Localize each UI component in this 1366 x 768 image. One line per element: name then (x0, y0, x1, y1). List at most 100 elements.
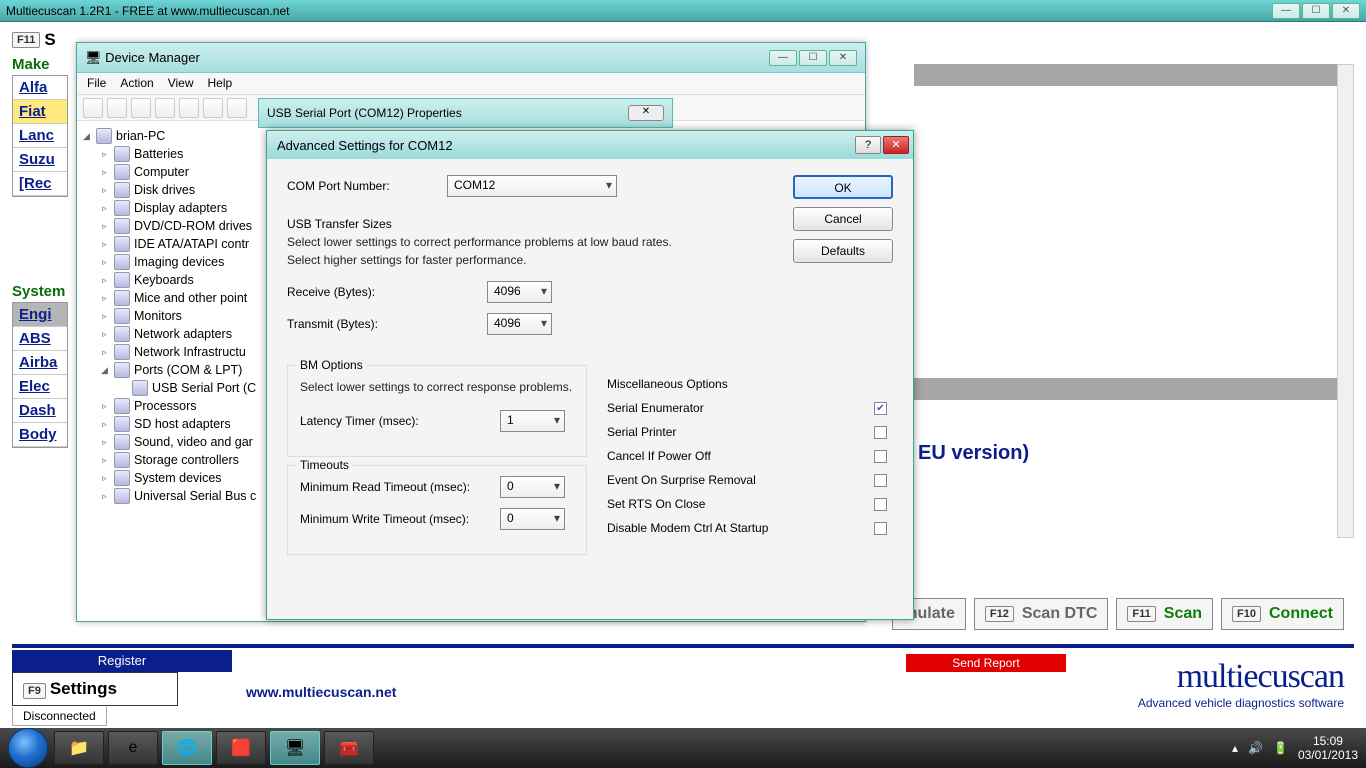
make-item[interactable]: Lanc (13, 124, 67, 148)
connect-button[interactable]: F10Connect (1221, 598, 1344, 630)
logo-text: multiecuscan (1138, 658, 1344, 696)
system-item[interactable]: Elec (13, 375, 67, 399)
app-task-icon[interactable]: 🌐 (162, 731, 212, 765)
close-button[interactable]: ✕ (1332, 3, 1360, 19)
defaults-button[interactable]: Defaults (793, 239, 893, 263)
make-item[interactable]: Alfa (13, 76, 67, 100)
scrollbar[interactable] (1337, 64, 1354, 538)
back-icon[interactable] (83, 98, 103, 118)
min-read-combo[interactable]: 0 (500, 476, 565, 498)
menu-view[interactable]: View (168, 76, 194, 91)
expand-icon[interactable]: ▹ (99, 275, 110, 286)
device-icon (114, 290, 130, 306)
show-hidden-icon[interactable] (131, 98, 151, 118)
explorer-icon[interactable]: 📁 (54, 731, 104, 765)
scan-dtc-button[interactable]: F12Scan DTC (974, 598, 1109, 630)
expand-icon[interactable]: ▹ (99, 401, 110, 412)
expand-icon[interactable]: ▹ (99, 185, 110, 196)
expand-icon[interactable]: ▹ (99, 239, 110, 250)
system-item[interactable]: Dash (13, 399, 67, 423)
system-item[interactable]: Body (13, 423, 67, 447)
tray-up-icon[interactable]: ▴ (1232, 741, 1238, 755)
checkbox[interactable] (874, 498, 887, 511)
transmit-combo[interactable]: 4096 (487, 313, 552, 335)
close-button[interactable]: ✕ (883, 136, 909, 154)
clock[interactable]: 15:09 03/01/2013 (1298, 734, 1358, 762)
grey-row (914, 64, 1344, 86)
close-button[interactable]: ✕ (628, 105, 664, 121)
help-icon[interactable] (179, 98, 199, 118)
com-port-combo[interactable]: COM12 (447, 175, 617, 197)
port-properties-titlebar[interactable]: USB Serial Port (COM12) Properties ✕ (258, 98, 673, 128)
menu-file[interactable]: File (87, 76, 106, 91)
expand-icon[interactable]: ▹ (99, 329, 110, 340)
expand-icon[interactable]: ▹ (99, 257, 110, 268)
maximize-button[interactable]: ☐ (1302, 3, 1330, 19)
checkbox[interactable] (874, 450, 887, 463)
minimize-button[interactable]: — (769, 50, 797, 66)
volume-icon[interactable]: 🔊 (1248, 741, 1263, 755)
receive-combo[interactable]: 4096 (487, 281, 552, 303)
refresh-icon[interactable] (227, 98, 247, 118)
checkbox[interactable] (874, 426, 887, 439)
expand-icon[interactable]: ▹ (99, 473, 110, 484)
expand-icon[interactable]: ▹ (99, 203, 110, 214)
expand-icon[interactable]: ▹ (99, 347, 110, 358)
devmgr-titlebar[interactable]: 🖥 Device Manager — ☐ ✕ (77, 43, 865, 73)
device-icon (114, 488, 130, 504)
maximize-button[interactable]: ☐ (799, 50, 827, 66)
register-button[interactable]: Register (12, 650, 232, 672)
forward-icon[interactable] (107, 98, 127, 118)
checkbox[interactable] (874, 522, 887, 535)
minimize-button[interactable]: — (1272, 3, 1300, 19)
eu-version-text: EU version) (918, 442, 1029, 465)
cancel-button[interactable]: Cancel (793, 207, 893, 231)
scan-icon[interactable] (203, 98, 223, 118)
expand-icon[interactable]: ▹ (99, 437, 110, 448)
settings-button[interactable]: F9Settings (12, 672, 178, 706)
make-item[interactable]: Suzu (13, 148, 67, 172)
start-button[interactable] (8, 728, 48, 768)
expand-icon[interactable]: ▹ (99, 293, 110, 304)
make-item[interactable]: Fiat (13, 100, 67, 124)
expand-icon[interactable]: ▹ (99, 455, 110, 466)
system-tray[interactable]: ▴ 🔊 🔋 15:09 03/01/2013 (1232, 734, 1358, 762)
menu-action[interactable]: Action (120, 76, 153, 91)
checkbox[interactable] (874, 474, 887, 487)
min-write-label: Minimum Write Timeout (msec): (300, 512, 500, 526)
system-item[interactable]: Airba (13, 351, 67, 375)
system-item[interactable]: ABS (13, 327, 67, 351)
checkbox[interactable]: ✔ (874, 402, 887, 415)
action-buttons: mulate F12Scan DTC F11Scan F10Connect (892, 598, 1344, 630)
timeouts-title: Timeouts (296, 458, 353, 472)
app-task-icon[interactable]: 🧰 (324, 731, 374, 765)
properties-icon[interactable] (155, 98, 175, 118)
latency-combo[interactable]: 1 (500, 410, 565, 432)
system-item[interactable]: Engi (13, 303, 67, 327)
expand-icon[interactable]: ▹ (99, 149, 110, 160)
adv-titlebar[interactable]: Advanced Settings for COM12 ? ✕ (267, 131, 913, 159)
min-write-combo[interactable]: 0 (500, 508, 565, 530)
window-controls: — ☐ ✕ (1272, 3, 1360, 19)
website-url[interactable]: www.multiecuscan.net (246, 684, 396, 700)
transmit-label: Transmit (Bytes): (287, 317, 487, 331)
send-report-button[interactable]: Send Report (906, 654, 1066, 672)
battery-icon[interactable]: 🔋 (1273, 741, 1288, 755)
expand-icon[interactable]: ▹ (99, 419, 110, 430)
expand-icon[interactable]: ▹ (99, 221, 110, 232)
ok-button[interactable]: OK (793, 175, 893, 199)
app-title: Multiecuscan 1.2R1 - FREE at www.multiec… (6, 4, 289, 18)
collapse-icon[interactable]: ◢ (81, 131, 92, 142)
menu-help[interactable]: Help (208, 76, 233, 91)
help-button[interactable]: ? (855, 136, 881, 154)
expand-icon[interactable]: ▹ (99, 311, 110, 322)
app-task-icon[interactable]: 🖥 (270, 731, 320, 765)
collapse-icon[interactable]: ◢ (99, 365, 110, 376)
make-item[interactable]: [Rec (13, 172, 67, 196)
scan-button[interactable]: F11Scan (1116, 598, 1213, 630)
app-task-icon[interactable]: 🟥 (216, 731, 266, 765)
ie-icon[interactable]: e (108, 731, 158, 765)
close-button[interactable]: ✕ (829, 50, 857, 66)
expand-icon[interactable]: ▹ (99, 491, 110, 502)
expand-icon[interactable]: ▹ (99, 167, 110, 178)
